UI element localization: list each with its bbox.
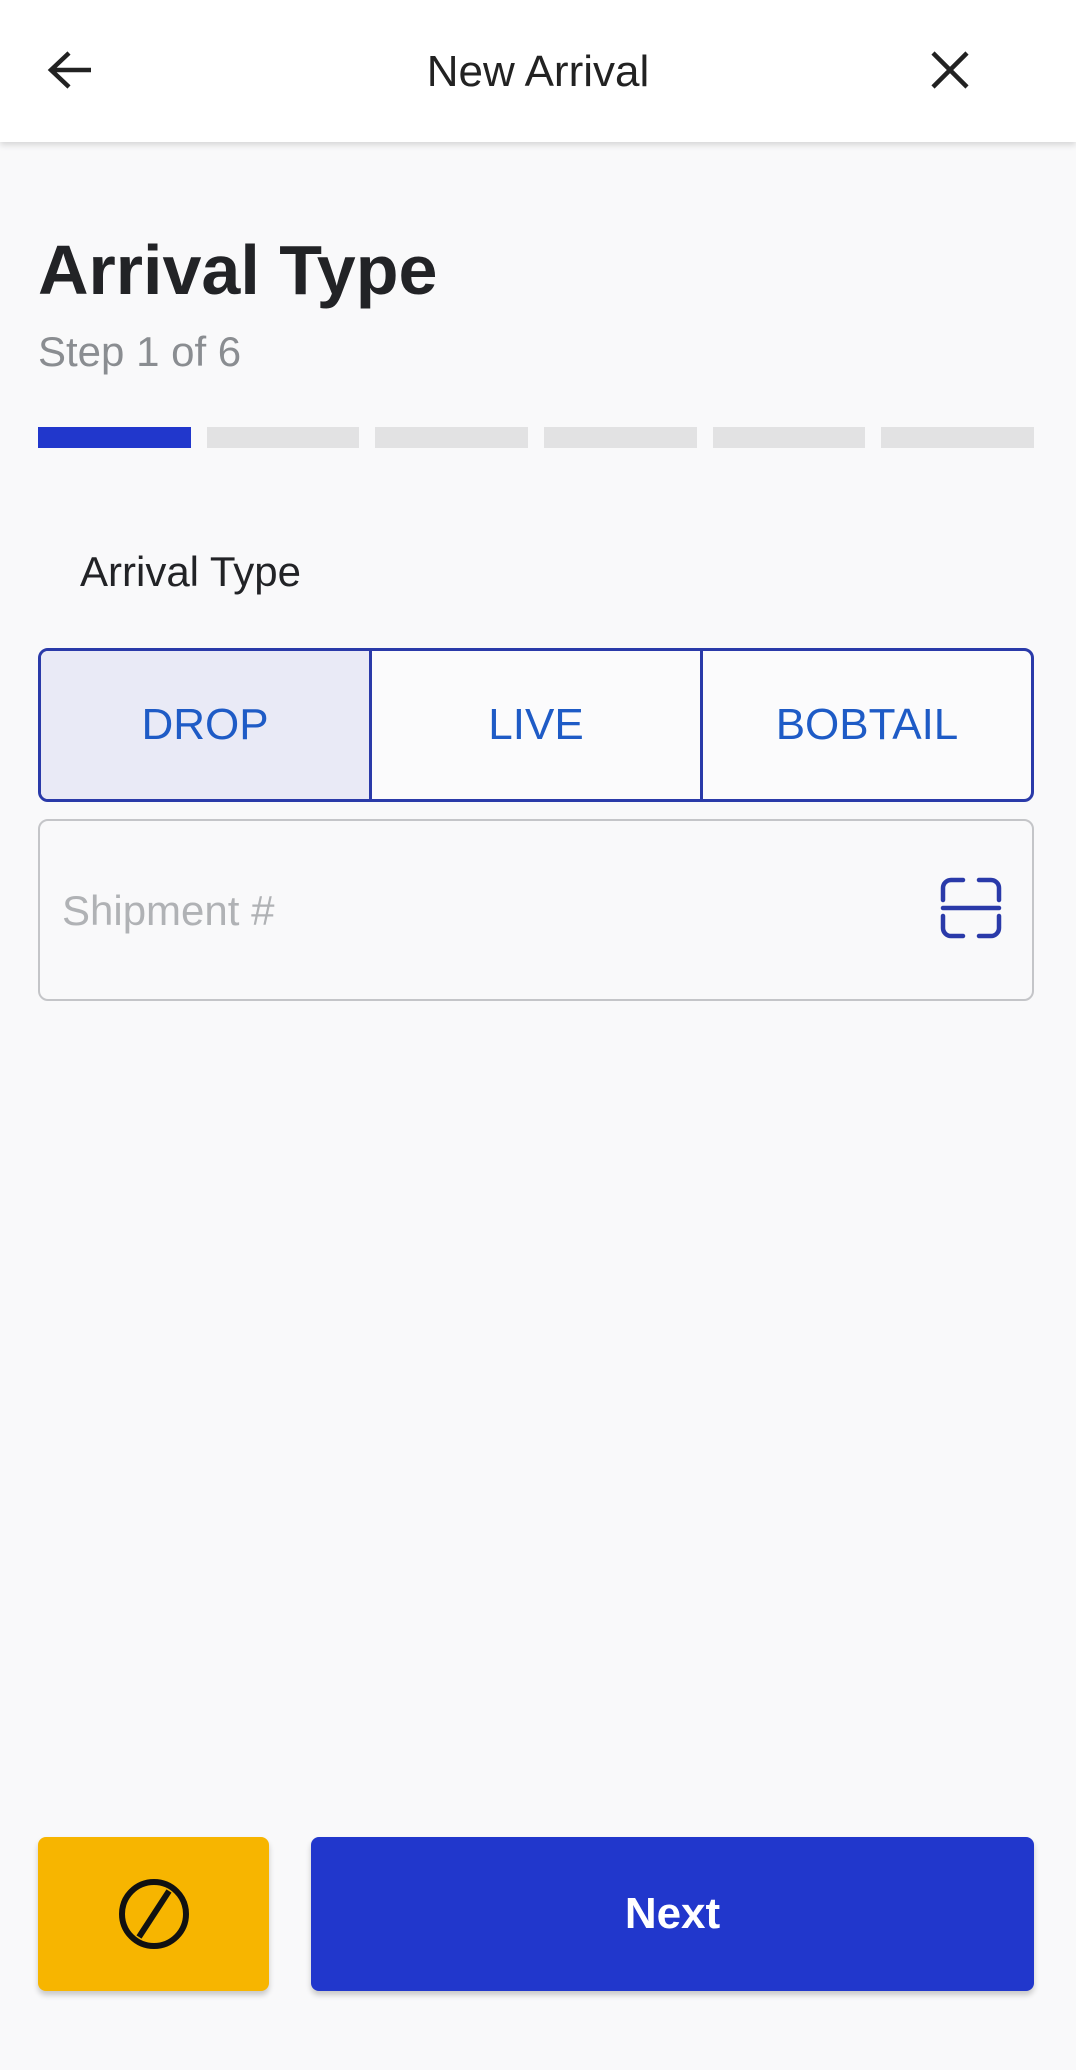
close-button[interactable] bbox=[920, 40, 980, 100]
arrival-type-label: Arrival Type bbox=[80, 548, 301, 595]
progress-segment-2 bbox=[206, 427, 360, 448]
progress-segment-3 bbox=[375, 427, 529, 448]
step-progress-bar bbox=[38, 427, 1035, 448]
cancel-block-icon bbox=[118, 1879, 189, 1949]
arrival-type-selector: DROP LIVE BOBTAIL bbox=[38, 648, 1034, 802]
arrival-type-option-live[interactable]: LIVE bbox=[372, 651, 703, 799]
step-indicator-text: Step 1 of 6 bbox=[38, 328, 242, 375]
cancel-arrival-button[interactable] bbox=[38, 1837, 269, 1991]
progress-segment-6 bbox=[881, 427, 1035, 448]
arrival-type-option-bobtail[interactable]: BOBTAIL bbox=[703, 651, 1031, 799]
progress-segment-5 bbox=[712, 427, 866, 448]
progress-segment-4 bbox=[544, 427, 697, 448]
arrival-type-option-drop[interactable]: DROP bbox=[41, 651, 372, 799]
shipment-number-input[interactable] bbox=[62, 871, 902, 951]
app-bar: New Arrival bbox=[0, 0, 1076, 142]
progress-segment-1 bbox=[38, 427, 191, 448]
app-bar-title: New Arrival bbox=[426, 47, 650, 96]
barcode-scan-icon bbox=[940, 877, 1002, 939]
page-title: Arrival Type bbox=[38, 231, 438, 309]
scan-button[interactable] bbox=[936, 873, 1006, 943]
close-icon bbox=[931, 51, 969, 89]
shipment-number-field bbox=[38, 819, 1034, 1001]
next-button[interactable]: Next bbox=[311, 1837, 1034, 1991]
